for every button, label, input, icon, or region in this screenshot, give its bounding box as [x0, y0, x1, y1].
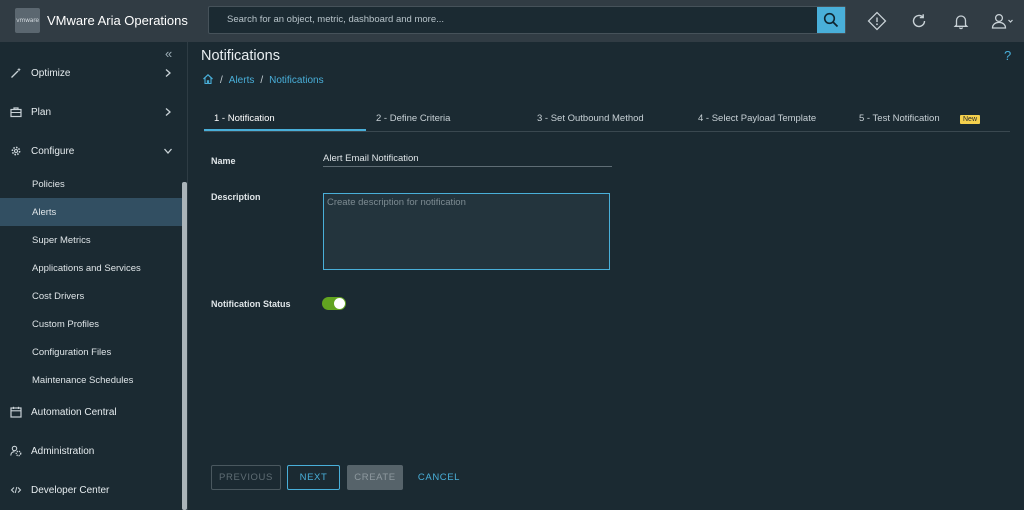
sidebar-item-label: Applications and Services	[32, 262, 141, 274]
alert-diamond-button[interactable]	[867, 11, 887, 31]
breadcrumb-alerts[interactable]: Alerts	[229, 75, 255, 86]
search-button[interactable]	[817, 7, 845, 33]
code-icon	[10, 484, 22, 496]
calendar-icon	[10, 406, 22, 418]
home-icon[interactable]	[202, 73, 214, 88]
notifications-button[interactable]	[951, 11, 971, 31]
sidebar-item-label: Plan	[31, 106, 52, 118]
search-input[interactable]: Search for an object, metric, dashboard …	[227, 14, 444, 25]
next-button[interactable]: NEXT	[287, 465, 340, 490]
sidebar-item-applications-and-services[interactable]: Applications and Services	[0, 254, 182, 282]
description-textarea[interactable]	[323, 193, 610, 270]
breadcrumb-separator: /	[220, 75, 223, 86]
toggle-knob	[334, 298, 345, 309]
page-title: Notifications	[201, 48, 280, 64]
vmware-logo[interactable]: vmware	[15, 8, 40, 33]
previous-button[interactable]: PREVIOUS	[211, 465, 281, 490]
sidebar-item-label: Administration	[31, 445, 95, 457]
sidebar: « Optimize Plan Configure Policies Alert…	[0, 42, 188, 510]
sidebar-item-maintenance-schedules[interactable]: Maintenance Schedules	[0, 366, 182, 394]
global-search[interactable]: Search for an object, metric, dashboard …	[208, 6, 846, 34]
collapse-sidebar-button[interactable]: «	[165, 46, 172, 61]
sidebar-item-label: Maintenance Schedules	[32, 374, 134, 386]
refresh-button[interactable]	[909, 11, 929, 31]
sidebar-item-label: Automation Central	[31, 406, 117, 418]
wand-icon	[10, 67, 22, 79]
step-select-payload-template[interactable]: 4 - Select Payload Template	[698, 113, 816, 124]
wizard-steps: 1 - Notification 2 - Define Criteria 3 -…	[204, 110, 1010, 132]
sidebar-item-configuration-files[interactable]: Configuration Files	[0, 338, 182, 366]
sidebar-item-cost-drivers[interactable]: Cost Drivers	[0, 282, 182, 310]
briefcase-icon	[10, 106, 22, 118]
sidebar-item-label: Alerts	[32, 206, 57, 218]
logo-text: vmware	[16, 17, 39, 24]
top-bar: vmware VMware Aria Operations Search for…	[0, 0, 1024, 42]
sidebar-item-plan[interactable]: Plan	[0, 100, 182, 124]
breadcrumb-separator: /	[260, 75, 264, 86]
refresh-icon	[912, 14, 926, 28]
sidebar-item-label: Super Metrics	[32, 234, 91, 246]
sidebar-item-configure[interactable]: Configure	[0, 139, 182, 163]
step-notification[interactable]: 1 - Notification	[214, 113, 275, 124]
sidebar-item-label: Configure	[31, 145, 75, 157]
chevron-down-icon	[163, 146, 173, 156]
description-label: Description	[211, 192, 261, 202]
main-content: Notifications ? / Alerts / Notifications…	[189, 42, 1024, 510]
user-menu-button[interactable]	[990, 11, 1016, 31]
app-title[interactable]: VMware Aria Operations	[47, 13, 188, 28]
admin-gear-icon	[10, 445, 22, 457]
bell-icon	[953, 15, 969, 30]
sidebar-scrollbar[interactable]	[182, 182, 187, 510]
sidebar-item-alerts[interactable]: Alerts	[0, 198, 182, 226]
sidebar-item-optimize[interactable]: Optimize	[0, 61, 182, 85]
step-define-criteria[interactable]: 2 - Define Criteria	[376, 113, 450, 124]
chevron-right-icon	[163, 107, 173, 117]
sidebar-item-administration[interactable]: Administration	[0, 439, 182, 463]
chevron-right-icon	[163, 68, 173, 78]
sidebar-item-label: Optimize	[31, 67, 71, 79]
breadcrumb-notifications[interactable]: Notifications	[269, 75, 323, 86]
sidebar-item-label: Custom Profiles	[32, 318, 100, 330]
help-button[interactable]: ?	[1004, 48, 1011, 63]
step-test-notification[interactable]: 5 - Test Notification	[859, 113, 940, 124]
name-label: Name	[211, 156, 236, 166]
user-icon	[991, 13, 1013, 29]
create-button[interactable]: CREATE	[347, 465, 403, 490]
sidebar-item-custom-profiles[interactable]: Custom Profiles	[0, 310, 182, 338]
sidebar-item-policies[interactable]: Policies	[0, 170, 182, 198]
active-step-indicator	[204, 129, 366, 131]
new-badge: New	[960, 115, 981, 124]
step-set-outbound-method[interactable]: 3 - Set Outbound Method	[537, 113, 644, 124]
sidebar-item-label: Policies	[32, 178, 65, 190]
sidebar-item-super-metrics[interactable]: Super Metrics	[0, 226, 182, 254]
name-input[interactable]	[323, 152, 612, 167]
sidebar-item-label: Developer Center	[31, 484, 110, 496]
notification-status-label: Notification Status	[211, 299, 291, 309]
alert-diamond-icon	[867, 11, 887, 31]
sidebar-item-label: Cost Drivers	[32, 290, 85, 302]
cancel-button[interactable]: CANCEL	[413, 465, 465, 490]
sidebar-item-automation-central[interactable]: Automation Central	[0, 400, 182, 424]
notification-status-toggle[interactable]	[322, 297, 346, 310]
sidebar-item-label: Configuration Files	[32, 346, 112, 358]
sidebar-item-developer-center[interactable]: Developer Center	[0, 478, 182, 502]
gear-icon	[10, 145, 22, 157]
search-icon	[823, 12, 839, 28]
breadcrumb: / Alerts / Notifications	[202, 73, 324, 88]
